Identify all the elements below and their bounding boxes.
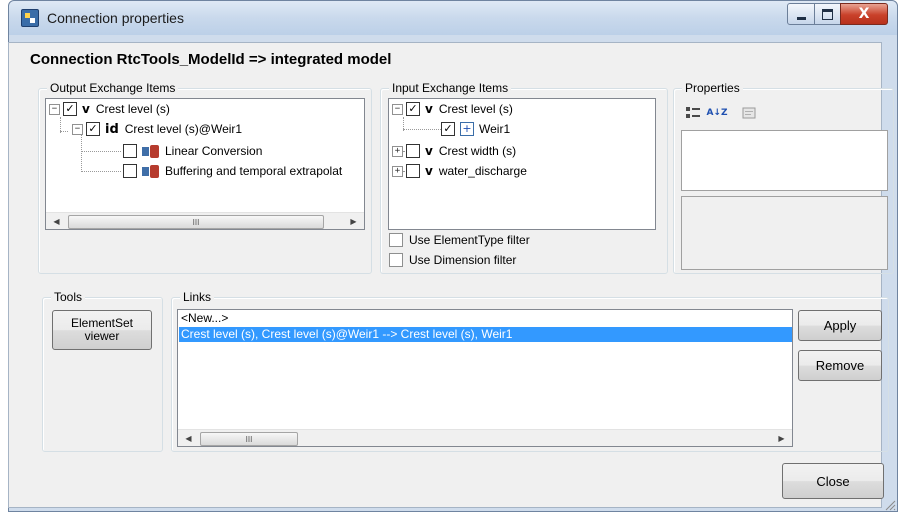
- output-tree-hscrollbar[interactable]: ◀ III ▶: [46, 212, 364, 229]
- crest-width-checkbox[interactable]: [406, 144, 420, 158]
- input-group-legend: Input Exchange Items: [389, 81, 512, 95]
- tree-node-label: Buffering and temporal extrapolat: [165, 164, 343, 178]
- close-button[interactable]: Close: [782, 463, 884, 499]
- tree-node-label: water_discharge: [438, 164, 527, 178]
- links-group-legend: Links: [180, 290, 215, 304]
- expand-icon[interactable]: +: [392, 145, 403, 157]
- collapse-icon[interactable]: −: [49, 103, 60, 115]
- variable-tag: v: [82, 102, 90, 116]
- tree-node-crest-level-input[interactable]: − ✓ v Crest level (s): [392, 100, 513, 118]
- tree-node-crest-width[interactable]: + v Crest width (s): [392, 142, 516, 160]
- buffering-checkbox[interactable]: [123, 164, 137, 178]
- tree-node-buffering[interactable]: Buffering and temporal extrapolat: [123, 162, 342, 180]
- remove-button[interactable]: Remove: [798, 350, 882, 381]
- alphabetical-sort-icon[interactable]: A↓Z: [706, 103, 728, 123]
- scroll-left-icon[interactable]: ◀: [48, 213, 65, 229]
- variable-tag: v: [425, 102, 433, 116]
- output-group-legend: Output Exchange Items: [47, 81, 179, 95]
- tree-node-label: Crest level (s)@Weir1: [124, 122, 243, 136]
- scroll-left-icon[interactable]: ◀: [180, 430, 197, 446]
- close-window-button[interactable]: X: [840, 3, 888, 25]
- water-discharge-checkbox[interactable]: [406, 164, 420, 178]
- collapse-icon[interactable]: −: [72, 123, 83, 135]
- property-grid[interactable]: [681, 130, 888, 191]
- tools-group-legend: Tools: [51, 290, 86, 304]
- use-dimension-filter[interactable]: Use Dimension filter: [389, 253, 516, 267]
- weir1-checkbox[interactable]: ✓: [441, 122, 455, 136]
- tree-node-weir1[interactable]: ✓ + Weir1: [441, 120, 510, 138]
- apply-button[interactable]: Apply: [798, 310, 882, 341]
- resize-grip-icon[interactable]: [884, 499, 896, 511]
- scroll-right-icon[interactable]: ▶: [773, 430, 790, 446]
- scroll-grip: III: [245, 434, 253, 444]
- linear-conversion-checkbox[interactable]: [123, 144, 137, 158]
- link-item-new[interactable]: <New...>: [179, 311, 792, 326]
- tree-node-label: Crest width (s): [438, 144, 517, 158]
- property-description-panel: [681, 196, 888, 270]
- tree-node-label: Crest level (s): [438, 102, 513, 116]
- id-tag: id: [105, 121, 119, 137]
- maximize-icon: [822, 8, 833, 20]
- minimize-button[interactable]: [787, 3, 815, 25]
- scroll-thumb[interactable]: III: [200, 432, 298, 446]
- close-icon: X: [858, 6, 870, 22]
- output-items-tree[interactable]: − ✓ v Crest level (s) − ✓ id Crest level…: [45, 98, 365, 230]
- connection-app-icon: [21, 9, 39, 27]
- use-elementtype-filter[interactable]: Use ElementType filter: [389, 233, 530, 247]
- scroll-thumb[interactable]: III: [68, 215, 324, 229]
- conversion-icon: [142, 164, 160, 178]
- tree-node-linear-conversion[interactable]: Linear Conversion: [123, 142, 262, 160]
- crest-level-checkbox[interactable]: ✓: [63, 102, 77, 116]
- scroll-right-icon[interactable]: ▶: [345, 213, 362, 229]
- collapse-icon[interactable]: −: [392, 103, 403, 115]
- scroll-grip: III: [192, 217, 200, 227]
- tree-node-label: Crest level (s): [95, 102, 170, 116]
- tree-node-label: Linear Conversion: [165, 144, 263, 158]
- links-hscrollbar[interactable]: ◀ III ▶: [178, 429, 792, 446]
- window-title: Connection properties: [47, 10, 184, 26]
- crest-level-input-checkbox[interactable]: ✓: [406, 102, 420, 116]
- links-list[interactable]: <New...> Crest level (s), Crest level (s…: [177, 309, 793, 447]
- elementtype-filter-checkbox[interactable]: [389, 233, 403, 247]
- properties-toolbar: A↓Z: [680, 100, 888, 126]
- elementset-viewer-label: ElementSet viewer: [70, 316, 134, 343]
- dimension-filter-checkbox[interactable]: [389, 253, 403, 267]
- tree-node-crest-level-weir1[interactable]: − ✓ id Crest level (s)@Weir1: [72, 120, 242, 138]
- minimize-icon: [796, 16, 806, 20]
- elementset-viewer-button[interactable]: ElementSet viewer: [52, 310, 152, 350]
- variable-tag: v: [425, 144, 433, 158]
- conversion-icon: [142, 144, 160, 158]
- input-items-tree[interactable]: − ✓ v Crest level (s) ✓ + Weir1 + v Cres…: [388, 98, 656, 230]
- tree-node-crest-level[interactable]: − ✓ v Crest level (s): [49, 100, 170, 118]
- sort-glyph: A↓Z: [706, 108, 728, 118]
- element-plus-icon: +: [460, 122, 474, 136]
- elementtype-filter-label: Use ElementType filter: [409, 233, 530, 247]
- title-bar[interactable]: Connection properties X: [9, 1, 897, 35]
- expand-icon[interactable]: +: [392, 165, 403, 177]
- close-label: Close: [816, 473, 850, 489]
- property-pages-icon[interactable]: [738, 103, 760, 123]
- categorized-icon[interactable]: [682, 103, 704, 123]
- maximize-button[interactable]: [814, 3, 841, 25]
- tree-node-water-discharge[interactable]: + v water_discharge: [392, 162, 527, 180]
- link-item-selected[interactable]: Crest level (s), Crest level (s)@Weir1 -…: [179, 327, 792, 342]
- variable-tag: v: [425, 164, 433, 178]
- tree-node-label: Weir1: [479, 122, 511, 136]
- dimension-filter-label: Use Dimension filter: [409, 253, 517, 267]
- properties-group-legend: Properties: [682, 81, 743, 95]
- connection-heading: Connection RtcTools_ModelId => integrate…: [30, 51, 392, 68]
- apply-label: Apply: [823, 318, 857, 333]
- crest-level-weir1-checkbox[interactable]: ✓: [86, 122, 100, 136]
- remove-label: Remove: [815, 358, 865, 373]
